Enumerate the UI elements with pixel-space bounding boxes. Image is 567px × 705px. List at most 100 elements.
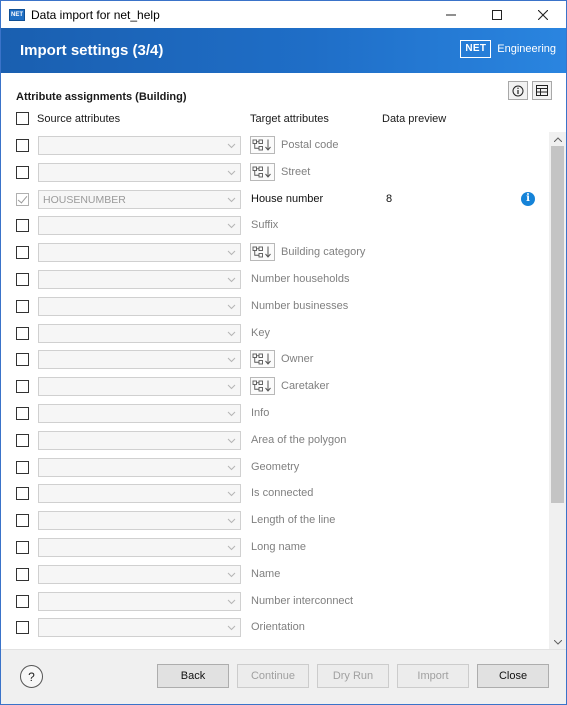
target-attribute-label: Building category [281, 246, 366, 259]
target-attribute-label: Area of the polygon [251, 433, 347, 446]
chevron-down-icon [227, 492, 236, 497]
chevron-down-icon [227, 197, 236, 202]
source-attribute-dropdown[interactable] [38, 296, 241, 316]
chevron-down-icon [227, 411, 236, 417]
row-checkbox[interactable] [16, 219, 29, 233]
app-logo-icon: NET [9, 8, 25, 21]
title-bar: NET Data import for net_help [1, 1, 566, 28]
chevron-up-icon [553, 136, 562, 142]
source-attribute-dropdown[interactable] [38, 430, 241, 450]
scroll-up-button[interactable] [549, 132, 566, 146]
row-checkbox[interactable] [16, 433, 29, 447]
source-attribute-dropdown[interactable] [38, 377, 241, 397]
source-attribute-dropdown[interactable] [38, 511, 241, 531]
attribute-row: Street [1, 159, 549, 186]
source-attribute-dropdown[interactable] [38, 618, 241, 638]
relation-icon [252, 246, 271, 258]
minimize-button[interactable] [428, 1, 474, 28]
table-icon [536, 85, 548, 96]
attribute-row: Building category [1, 239, 549, 266]
source-attribute-dropdown[interactable] [38, 404, 241, 423]
source-attribute-dropdown[interactable] [38, 323, 241, 343]
row-checkbox[interactable] [16, 246, 29, 260]
data-preview-value: 8 [386, 192, 393, 205]
row-checkbox[interactable] [16, 567, 29, 581]
relation-icon [252, 166, 271, 178]
import-button[interactable]: Import [397, 664, 469, 688]
source-attribute-dropdown[interactable] [38, 564, 241, 584]
main-content: Attribute assignments (Building) Source … [1, 73, 566, 649]
row-checkbox[interactable] [16, 380, 29, 394]
source-attribute-dropdown[interactable] [38, 591, 241, 611]
row-checkbox[interactable] [16, 165, 29, 179]
source-attribute-dropdown[interactable]: HOUSENUMBER [38, 189, 241, 209]
scroll-down-button[interactable] [549, 635, 566, 649]
attribute-row: Suffix [1, 212, 549, 239]
maximize-button[interactable] [474, 1, 520, 28]
vertical-scrollbar[interactable] [549, 132, 566, 649]
source-attribute-value: HOUSENUMBER [43, 193, 126, 206]
scroll-thumb[interactable] [551, 146, 564, 503]
target-attribute-label: Long name [251, 541, 307, 553]
row-checkbox[interactable] [16, 192, 29, 206]
source-attribute-dropdown[interactable] [38, 350, 241, 370]
relation-assign-button[interactable] [250, 136, 275, 154]
source-attribute-dropdown[interactable] [38, 162, 241, 182]
help-button[interactable]: ? [20, 665, 43, 688]
row-checkbox[interactable] [16, 139, 29, 152]
row-checkbox[interactable] [16, 487, 29, 501]
source-attribute-dropdown[interactable] [38, 538, 241, 557]
source-attribute-dropdown[interactable] [38, 243, 241, 263]
info-view-button[interactable] [508, 81, 528, 100]
back-button[interactable]: Back [157, 664, 229, 688]
row-checkbox[interactable] [16, 407, 29, 420]
minimize-icon [446, 14, 456, 15]
relation-assign-button[interactable] [250, 377, 275, 396]
continue-button[interactable]: Continue [237, 664, 309, 688]
attribute-rows: Postal code Street HOUSENUMBER House number… [1, 132, 549, 649]
chevron-down-icon [227, 545, 236, 551]
source-attribute-dropdown[interactable] [38, 484, 241, 504]
data-preview-header: Data preview [382, 113, 447, 125]
row-checkbox[interactable] [16, 326, 29, 340]
chevron-down-icon [227, 358, 236, 363]
attribute-row: Info [1, 400, 549, 427]
chevron-down-icon [227, 518, 236, 524]
chevron-down-icon [227, 599, 236, 604]
chevron-down-icon [227, 438, 236, 444]
info-icon[interactable]: i [521, 191, 535, 206]
row-checkbox[interactable] [16, 273, 29, 286]
row-checkbox[interactable] [16, 541, 29, 554]
source-attribute-dropdown[interactable] [38, 270, 241, 289]
close-window-button[interactable] [520, 1, 566, 28]
target-attribute-label: Suffix [251, 219, 279, 232]
close-button[interactable]: Close [477, 664, 549, 688]
row-checkbox[interactable] [16, 299, 29, 313]
table-view-button[interactable] [532, 81, 552, 100]
chevron-down-icon [227, 384, 236, 390]
target-attribute-label: Number businesses [251, 299, 349, 312]
brand-logo-text: Engineering [497, 43, 556, 55]
source-attribute-dropdown[interactable] [38, 136, 241, 155]
relation-assign-button[interactable] [250, 162, 275, 181]
row-checkbox[interactable] [16, 594, 29, 608]
chevron-down-icon [553, 639, 562, 645]
row-checkbox[interactable] [16, 353, 29, 367]
close-icon [538, 9, 548, 20]
relation-assign-button[interactable] [250, 243, 275, 262]
relation-assign-button[interactable] [250, 350, 275, 369]
row-checkbox[interactable] [16, 514, 29, 528]
attribute-row: Is connected [1, 480, 549, 507]
chevron-down-icon [227, 572, 236, 578]
chevron-down-icon [227, 304, 236, 310]
chevron-down-icon [227, 626, 236, 631]
row-checkbox[interactable] [16, 621, 29, 635]
chevron-down-icon [227, 277, 236, 283]
source-attribute-dropdown[interactable] [38, 216, 241, 236]
source-attribute-dropdown[interactable] [38, 457, 241, 477]
select-all-checkbox[interactable] [16, 112, 29, 125]
brand-logo-box: NET [460, 40, 492, 58]
row-checkbox[interactable] [16, 460, 29, 474]
dry-run-button[interactable]: Dry Run [317, 664, 389, 688]
relation-icon [252, 380, 271, 392]
